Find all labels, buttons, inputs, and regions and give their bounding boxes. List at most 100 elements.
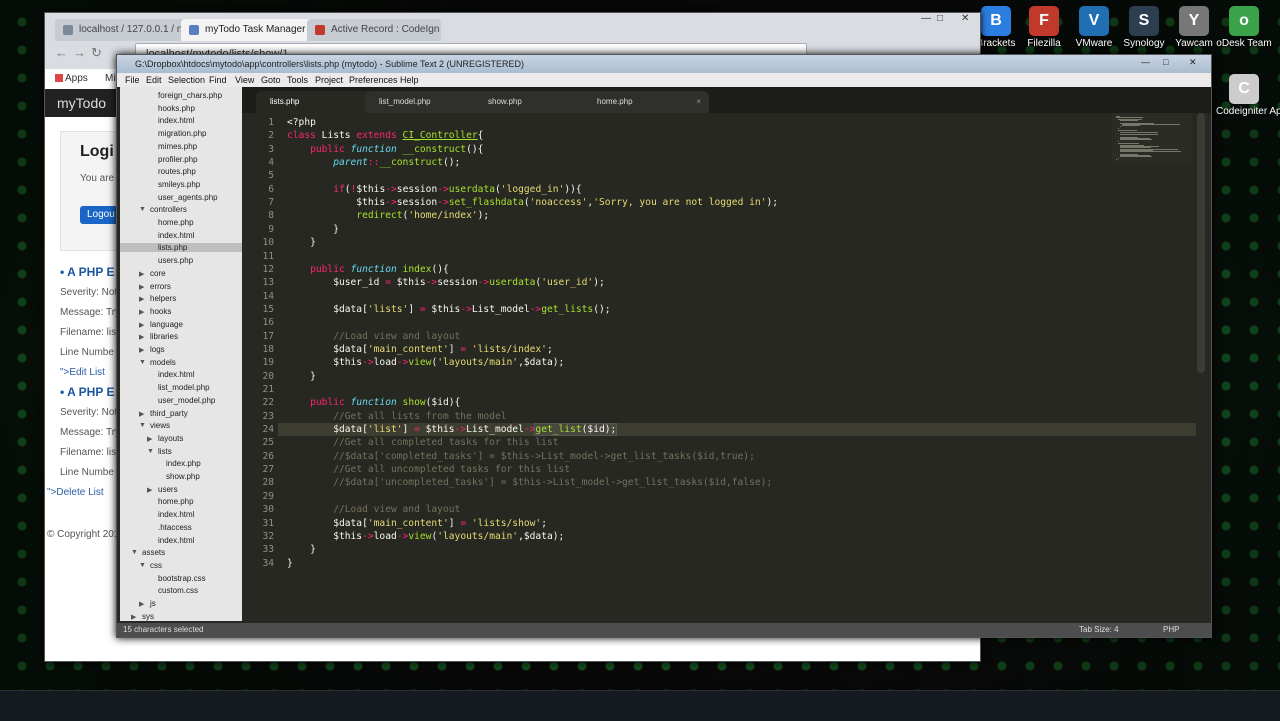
desktop-icon-synology[interactable]: S Synology	[1116, 6, 1172, 49]
chevron-right-icon[interactable]: ▶	[139, 308, 144, 316]
sidebar-file[interactable]: index.html	[158, 536, 194, 545]
chevron-right-icon[interactable]: ▶	[139, 410, 144, 418]
minimize-icon[interactable]: —	[1141, 57, 1150, 67]
sidebar-file[interactable]: profiler.php	[158, 155, 198, 164]
sidebar-file[interactable]: index.html	[158, 231, 194, 240]
chevron-right-icon[interactable]: ▶	[139, 295, 144, 303]
sidebar-file[interactable]: home.php	[158, 497, 194, 506]
edit-list-link[interactable]: ">Edit List	[60, 367, 105, 378]
desktop-icon-codeigniter[interactable]: C Codeigniter App 2 - ons...	[1216, 74, 1280, 117]
sidebar-folder[interactable]: hooks	[150, 307, 171, 316]
reload-icon[interactable]: ↻	[91, 45, 102, 61]
delete-list-link[interactable]: ">Delete List	[47, 487, 104, 498]
chevron-down-icon[interactable]: ▼	[131, 549, 138, 556]
sidebar-file[interactable]: mimes.php	[158, 142, 197, 151]
syntax-indicator[interactable]: PHP	[1163, 623, 1179, 637]
menu-file[interactable]: File	[125, 73, 140, 87]
desktop-icon-filezilla[interactable]: F Filezilla	[1016, 6, 1072, 49]
maximize-icon[interactable]: □	[1163, 57, 1168, 67]
site-brand[interactable]: myTodo	[57, 95, 106, 111]
sidebar-folder[interactable]: css	[150, 561, 162, 570]
chevron-down-icon[interactable]: ▼	[139, 422, 146, 429]
sidebar-folder[interactable]: core	[150, 269, 166, 278]
browser-tab-active-record[interactable]: Active Record : CodeIgn	[307, 19, 441, 41]
menu-preferences[interactable]: Preferences	[349, 73, 398, 87]
sidebar-folder[interactable]: libraries	[150, 332, 178, 341]
minimize-icon[interactable]: —	[921, 13, 931, 24]
close-icon[interactable]: ✕	[961, 13, 969, 24]
editor-tab-show[interactable]: show.php×	[474, 91, 600, 113]
chevron-right-icon[interactable]: ▶	[131, 613, 136, 621]
sidebar-file[interactable]: user_model.php	[158, 396, 215, 405]
sidebar-folder[interactable]: lists	[158, 447, 172, 456]
sidebar-file[interactable]: index.php	[166, 459, 201, 468]
sidebar-folder[interactable]: sys	[142, 612, 154, 621]
menu-goto[interactable]: Goto	[261, 73, 281, 87]
menu-view[interactable]: View	[235, 73, 254, 87]
editor-scrollbar[interactable]	[1197, 113, 1205, 373]
back-icon[interactable]: ←	[55, 45, 68, 60]
chevron-down-icon[interactable]: ▼	[147, 448, 154, 455]
sidebar-file[interactable]: show.php	[166, 472, 200, 481]
chevron-down-icon[interactable]: ▼	[139, 359, 146, 366]
sidebar-folder[interactable]: logs	[150, 345, 165, 354]
sidebar-file[interactable]: bootstrap.css	[158, 574, 206, 583]
menu-tools[interactable]: Tools	[287, 73, 308, 87]
menu-edit[interactable]: Edit	[146, 73, 162, 87]
sidebar-file[interactable]: index.html	[158, 116, 194, 125]
bookmark-apps[interactable]: Apps	[65, 73, 88, 84]
desktop-icon-vmware[interactable]: V VMware	[1066, 6, 1122, 49]
sidebar-file[interactable]: index.html	[158, 510, 194, 519]
tab-size-indicator[interactable]: Tab Size: 4	[1079, 623, 1119, 637]
chevron-down-icon[interactable]: ▼	[139, 206, 146, 213]
chevron-right-icon[interactable]: ▶	[139, 321, 144, 329]
chevron-right-icon[interactable]: ▶	[147, 486, 152, 494]
desktop-icon-yawcam[interactable]: Y Yawcam	[1166, 6, 1222, 49]
sidebar-file[interactable]: list_model.php	[158, 383, 210, 392]
editor-tab-home[interactable]: home.php ×	[583, 91, 709, 113]
sidebar-folder[interactable]: third_party	[150, 409, 188, 418]
sidebar-folder[interactable]: users	[158, 485, 178, 494]
close-tab-icon[interactable]: ×	[696, 91, 701, 113]
chevron-right-icon[interactable]: ▶	[139, 333, 144, 341]
chevron-right-icon[interactable]: ▶	[139, 346, 144, 354]
editor-tab-list-model[interactable]: list_model.php×	[365, 91, 491, 113]
sidebar-folder[interactable]: language	[150, 320, 183, 329]
sidebar-file[interactable]: user_agents.php	[158, 193, 218, 202]
forward-icon[interactable]: →	[73, 45, 86, 60]
menu-project[interactable]: Project	[315, 73, 343, 87]
browser-tab-phpmyadmin[interactable]: localhost / 127.0.0.1 / no...	[55, 19, 199, 41]
sidebar-file[interactable]: custom.css	[158, 586, 198, 595]
desktop-icon-odesk[interactable]: o oDesk Team	[1216, 6, 1272, 49]
menu-help[interactable]: Help	[400, 73, 419, 87]
sidebar-file[interactable]: .htaccess	[158, 523, 192, 532]
sidebar-folder[interactable]: errors	[150, 282, 171, 291]
sidebar-file[interactable]: migration.php	[158, 129, 206, 138]
chevron-right-icon[interactable]: ▶	[139, 283, 144, 291]
sidebar-file[interactable]: hooks.php	[158, 104, 195, 113]
editor-tab-lists[interactable]: lists.php×	[256, 91, 382, 113]
chevron-right-icon[interactable]: ▶	[139, 270, 144, 278]
minimap[interactable]	[1112, 113, 1192, 163]
sidebar-file[interactable]: lists.php	[120, 243, 242, 253]
chevron-right-icon[interactable]: ▶	[147, 435, 152, 443]
sidebar-file[interactable]: routes.php	[158, 167, 196, 176]
sidebar-folder[interactable]: assets	[142, 548, 165, 557]
close-icon[interactable]: ✕	[1189, 57, 1197, 68]
sidebar-file[interactable]: users.php	[158, 256, 193, 265]
chevron-right-icon[interactable]: ▶	[139, 600, 144, 608]
code-editor[interactable]: <?php class Lists extends CI_Controller{ …	[287, 113, 1107, 621]
chevron-down-icon[interactable]: ▼	[139, 562, 146, 569]
bookmark-folder[interactable]: Mi	[105, 73, 116, 84]
maximize-icon[interactable]: □	[937, 13, 943, 24]
sidebar-folder[interactable]: layouts	[158, 434, 183, 443]
menu-find[interactable]: Find	[209, 73, 227, 87]
sidebar-folder[interactable]: views	[150, 421, 170, 430]
sidebar-folder[interactable]: controllers	[150, 205, 187, 214]
browser-tab-mytodo[interactable]: myTodo Task Manager	[181, 19, 315, 41]
sidebar-file[interactable]: index.html	[158, 370, 194, 379]
menu-selection[interactable]: Selection	[168, 73, 205, 87]
sidebar-file[interactable]: smileys.php	[158, 180, 200, 189]
sidebar-file[interactable]: foreign_chars.php	[158, 91, 222, 100]
sidebar-folder[interactable]: models	[150, 358, 176, 367]
